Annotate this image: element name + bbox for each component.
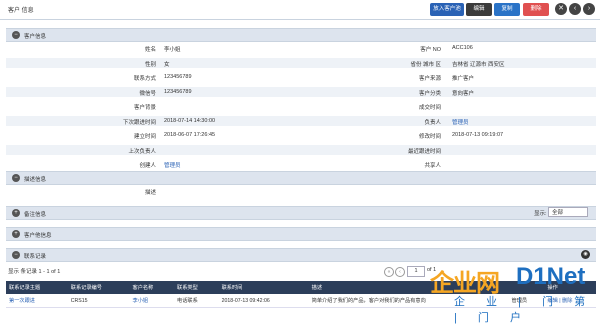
table-header-cell: 客户名称: [129, 281, 175, 294]
field-label: 成交时间: [418, 105, 441, 111]
page-input[interactable]: 1: [407, 266, 425, 277]
pager-summary: 显示 条记录 1 - 1 of 1: [8, 269, 61, 275]
previous-icon[interactable]: ‹: [569, 3, 581, 15]
field-value: 吉林省 辽源市 西安区: [452, 61, 505, 68]
section-customer-info[interactable]: − 客户信息: [6, 28, 596, 42]
field-row: 微信号 123456789 客户分类 意向客户: [6, 86, 596, 97]
first-page-icon[interactable]: «: [384, 267, 394, 277]
field-value: 123456789: [164, 88, 192, 95]
description-row: 描述: [6, 186, 596, 196]
field-label: 修改时间: [418, 134, 441, 140]
section-contact-record[interactable]: − 联系记录: [6, 248, 596, 262]
field-value: ACC106: [452, 45, 473, 51]
field-value: 2018-07-14 14:30:00: [164, 117, 216, 124]
page-title: 客户 信息: [8, 8, 34, 14]
field-value: 女: [164, 61, 170, 68]
field-row: 姓名 李小姐 客户 NO ACC106: [6, 43, 596, 53]
field-value: 意向客户: [452, 90, 475, 97]
edit-button[interactable]: 编辑: [466, 3, 492, 16]
field-label: 创建人: [139, 163, 156, 169]
field-row: 创建人 管理员 共享人: [6, 159, 596, 169]
field-label: 上次负责人: [128, 148, 156, 155]
table-cell: 2018-07-13 09:42:06: [218, 294, 309, 308]
next-icon[interactable]: ›: [583, 3, 595, 15]
field-label: 客户来源: [418, 76, 441, 82]
field-label: 省份 城市 区: [410, 61, 441, 68]
field-value: 李小姐: [164, 47, 181, 53]
field-label: 微信号: [139, 90, 156, 97]
field-label: 客户背景: [133, 105, 156, 111]
table-cell[interactable]: 第一次跟进: [6, 294, 68, 308]
field-value[interactable]: 管理员: [452, 118, 469, 126]
copy-button[interactable]: 复制: [494, 3, 520, 16]
display-label: 显示:: [534, 211, 547, 217]
field-label: 联系方式: [133, 76, 156, 82]
eye-icon[interactable]: ◉: [581, 250, 590, 259]
field-value: 123456789: [164, 74, 192, 80]
top-bar: 客户 信息 放入客户池 编辑 复制 删除 ✕ ‹ ›: [0, 0, 600, 20]
collapse-icon: −: [12, 251, 20, 259]
table-header-cell: 联系记录编号: [67, 281, 130, 294]
field-row: 性别 女 省份 城市 区 吉林省 辽源市 西安区: [6, 57, 596, 68]
field-value: 推广客户: [452, 76, 475, 82]
field-label: 性别: [144, 61, 156, 68]
field-label: 负责人: [424, 119, 441, 126]
table-header-cell: 联系记录主题: [6, 281, 68, 294]
move-to-pool-button[interactable]: 放入客户池: [430, 3, 464, 16]
section-remark[interactable]: + 备注信息: [6, 206, 596, 220]
section-description[interactable]: − 描述信息: [6, 171, 596, 185]
field-label: 下次跟进时间: [122, 119, 156, 126]
table-cell[interactable]: 李小姐: [129, 294, 175, 308]
field-label: 建立时间: [133, 134, 156, 140]
table-cell: CRS15: [67, 294, 130, 308]
field-row: 联系方式 123456789 客户来源 推广客户: [6, 72, 596, 82]
field-label: 客户分类: [418, 90, 441, 97]
field-row: 上次负责人 最近跟进时间: [6, 144, 596, 155]
collapse-icon: −: [12, 174, 20, 182]
expand-icon: +: [12, 230, 20, 238]
field-label: 描述: [144, 190, 156, 196]
table-header-cell: 联系时间: [218, 281, 309, 294]
field-label: 客户 NO: [420, 47, 441, 53]
table-cell: 电话联系: [174, 294, 219, 308]
field-row: 客户背景 成交时间: [6, 101, 596, 111]
watermark-logo: 企业网 D1Net 企 业 | 门 第 | 门 户: [430, 263, 595, 324]
field-label: 共享人: [424, 163, 441, 169]
close-icon[interactable]: ✕: [555, 3, 567, 15]
field-value: 2018-07-13 09:19:07: [452, 132, 504, 138]
section-customer-other[interactable]: + 客户他信息: [6, 227, 596, 241]
field-label: 姓名: [144, 47, 156, 53]
collapse-icon: −: [12, 31, 20, 39]
field-value: 2018-06-07 17:26:45: [164, 132, 216, 138]
field-label: 最近跟进时间: [407, 148, 441, 155]
delete-button[interactable]: 删除: [523, 3, 549, 16]
field-row: 建立时间 2018-06-07 17:26:45 修改时间 2018-07-13 09…: [6, 130, 596, 140]
expand-icon: +: [12, 209, 20, 217]
prev-page-icon[interactable]: ‹: [395, 267, 405, 277]
display-filter-select[interactable]: 全部: [548, 207, 588, 217]
table-header-cell: 联系类型: [174, 281, 219, 294]
field-value[interactable]: 管理员: [164, 161, 181, 169]
field-row: 下次跟进时间 2018-07-14 14:30:00 负责人 管理员: [6, 115, 596, 126]
